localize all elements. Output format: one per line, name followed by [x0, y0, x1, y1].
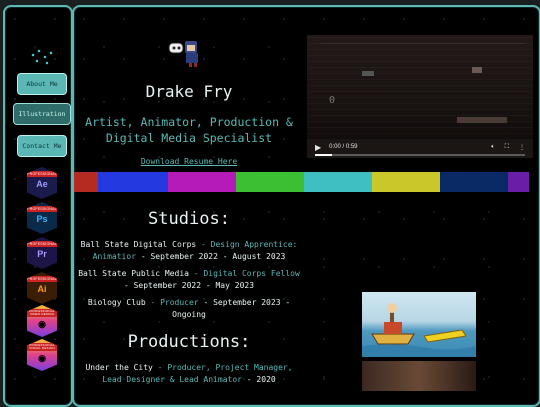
color-bar: [98, 172, 168, 192]
avatar-illustration-icon: [168, 41, 198, 67]
studio-entry: Ball State Public Media - Digital Corps …: [78, 269, 300, 290]
nav-contact-button[interactable]: Contact Me: [17, 135, 67, 157]
badge-photoshop-icon: PROFESSIONAL Ps: [27, 202, 57, 234]
more-options-icon[interactable]: ⋮: [519, 144, 525, 151]
video-controls: ▶ 0:00 / 0:59 🔈︎ ⛶ ⋮: [307, 136, 533, 158]
fullscreen-icon[interactable]: ⛶: [505, 144, 509, 151]
badge-premiere-icon: PROFESSIONAL Pr: [27, 237, 57, 269]
nav-about-button[interactable]: About Me: [17, 73, 67, 95]
nav-illustration-button[interactable]: Illustration: [13, 103, 71, 125]
sidebar: About Me Illustration Contact Me PROFESS…: [3, 5, 73, 407]
production-entry: Under the City - Producer, Project Manag…: [85, 363, 293, 384]
color-bar: [440, 172, 508, 192]
color-bar: [372, 172, 440, 192]
color-bars: [74, 172, 539, 192]
volume-icon[interactable]: 🔈︎: [491, 144, 495, 151]
color-bar: [304, 172, 372, 192]
badge-illustrator-icon: PROFESSIONAL Ai: [27, 272, 57, 304]
video-frame[interactable]: 0: [307, 35, 533, 140]
studios-heading: Studios:: [148, 209, 230, 229]
boat-illustration-thumbnail[interactable]: [362, 292, 476, 357]
video-player[interactable]: 0 ▶ 0:00 / 0:59 🔈︎ ⛶ ⋮: [307, 35, 533, 158]
studio-entry: Biology Club - Producer - September 2023…: [87, 298, 291, 319]
color-bar: [168, 172, 236, 192]
studio-entry: Ball State Digital Corps - Design Appren…: [80, 240, 298, 261]
page-title: Drake Fry: [145, 82, 233, 101]
download-resume-link[interactable]: Download Resume Here: [74, 157, 304, 166]
video-progress-bar[interactable]: [315, 154, 525, 156]
badge-after-effects-icon: PROFESSIONAL Ae: [27, 167, 57, 199]
site-logo[interactable]: [27, 47, 57, 67]
color-bar: [74, 172, 98, 192]
play-icon[interactable]: ▶: [315, 143, 321, 152]
page-subtitle: Artist, Animator, Production & Digital M…: [85, 115, 293, 145]
color-bar: [236, 172, 304, 192]
color-bar: [508, 172, 529, 192]
badge-visual-design-icon: PROFESSIONAL VISUAL DESIGN ◉: [27, 339, 57, 371]
productions-heading: Productions:: [127, 332, 251, 352]
badge-video-design-icon: PROFESSIONAL VIDEO DESIGN ◉: [27, 305, 57, 337]
production-thumbnail[interactable]: [362, 361, 476, 391]
video-time: 0:00 / 0:59: [329, 144, 358, 150]
main-content: Drake Fry Artist, Animator, Production &…: [72, 5, 540, 407]
